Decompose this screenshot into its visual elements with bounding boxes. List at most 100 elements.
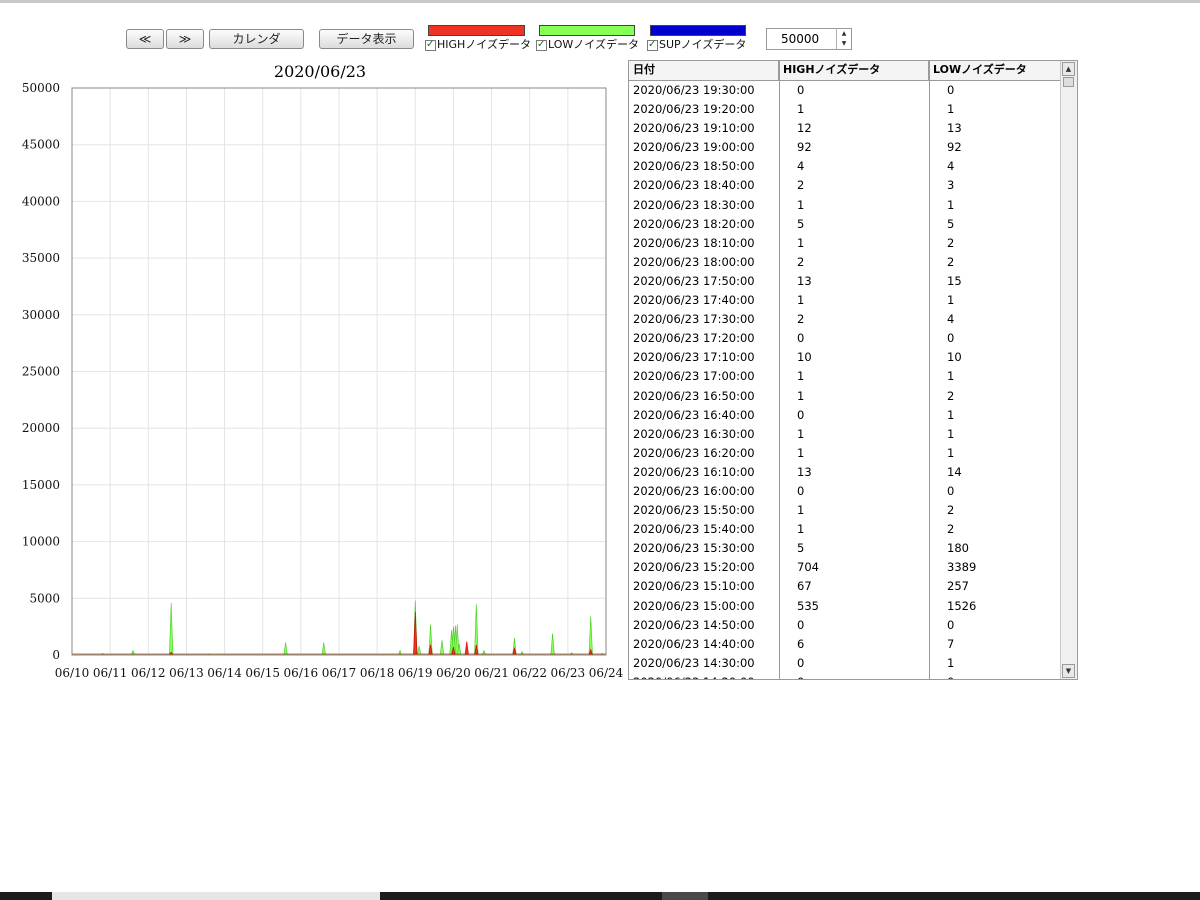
header-high[interactable]: HIGHノイズデータ	[779, 61, 929, 80]
cell-date: 2020/06/23 14:50:00	[633, 617, 755, 632]
high-series-swatch	[428, 25, 525, 36]
table-row[interactable]: 2020/06/23 16:20:00 1 1	[629, 444, 1061, 463]
cell-date: 2020/06/23 19:20:00	[633, 102, 755, 117]
table-row[interactable]: 2020/06/23 15:40:00 1 2	[629, 520, 1061, 539]
table-row[interactable]: 2020/06/23 19:00:00 92 92	[629, 138, 1061, 157]
table-row[interactable]: 2020/06/23 16:00:00 0 0	[629, 482, 1061, 501]
scroll-down-icon[interactable]: ▼	[1062, 664, 1075, 678]
cell-date: 2020/06/23 15:30:00	[633, 541, 755, 556]
table-row[interactable]: 2020/06/23 18:50:00 4 4	[629, 157, 1061, 176]
prev-button[interactable]: ≪	[126, 29, 164, 49]
cell-low: 1526	[947, 598, 977, 613]
x-tick-label: 06/23	[551, 666, 586, 680]
table-row[interactable]: 2020/06/23 19:20:00 1 1	[629, 100, 1061, 119]
cell-high: 1	[797, 235, 805, 250]
cell-low: 0	[947, 483, 955, 498]
cell-date: 2020/06/23 18:00:00	[633, 254, 755, 269]
cell-low: 0	[947, 617, 955, 632]
table-row[interactable]: 2020/06/23 15:00:00 535 1526	[629, 597, 1061, 616]
table-row[interactable]: 2020/06/23 15:20:00 704 3389	[629, 558, 1061, 577]
table-row[interactable]: 2020/06/23 16:30:00 1 1	[629, 425, 1061, 444]
cell-high: 2	[797, 178, 805, 193]
table-row[interactable]: 2020/06/23 17:00:00 1 1	[629, 367, 1061, 386]
cell-low: 3389	[947, 560, 977, 575]
table-row[interactable]: 2020/06/23 16:40:00 0 1	[629, 406, 1061, 425]
table-scrollbar[interactable]: ▲ ▼	[1060, 61, 1077, 679]
table-row[interactable]: 2020/06/23 17:20:00 0 0	[629, 329, 1061, 348]
checkbox-checked-icon[interactable]	[425, 38, 436, 52]
table-row[interactable]: 2020/06/23 14:30:00 0 1	[629, 654, 1061, 673]
y-tick-label: 30000	[22, 308, 60, 322]
table-row[interactable]: 2020/06/23 18:40:00 2 3	[629, 176, 1061, 195]
high-series-checkbox[interactable]: HIGHノイズデータ	[425, 38, 531, 52]
cell-high: 5	[797, 216, 805, 231]
table-row[interactable]: 2020/06/23 15:10:00 67 257	[629, 577, 1061, 596]
cell-high: 92	[797, 140, 812, 155]
cell-date: 2020/06/23 15:40:00	[633, 522, 755, 537]
x-tick-label: 06/15	[245, 666, 280, 680]
table-row[interactable]: 2020/06/23 18:20:00 5 5	[629, 215, 1061, 234]
cell-low: 180	[947, 541, 969, 556]
cell-low: 257	[947, 579, 969, 594]
cell-low: 3	[947, 178, 955, 193]
cell-high: 0	[779, 673, 929, 679]
taskbar-item[interactable]	[662, 892, 708, 900]
taskbar-item[interactable]	[52, 892, 380, 900]
cell-low: 0	[947, 83, 955, 97]
table-row[interactable]: 2020/06/23 14:50:00 0 0	[629, 616, 1061, 635]
table-row[interactable]: 2020/06/23 17:30:00 2 4	[629, 310, 1061, 329]
max-value-input[interactable]: 50000	[767, 29, 836, 49]
table-row[interactable]: 2020/06/23 16:50:00 1 2	[629, 387, 1061, 406]
header-low[interactable]: LOWノイズデータ	[929, 61, 1061, 80]
scroll-up-icon[interactable]: ▲	[1062, 62, 1075, 76]
cell-low: 1	[947, 655, 955, 670]
table-row[interactable]: 2020/06/23 19:30:00 0 0	[629, 81, 1061, 100]
table-row[interactable]: 2020/06/23 15:30:00 5 180	[629, 539, 1061, 558]
cell-date: 2020/06/23 18:10:00	[633, 235, 755, 250]
table-row[interactable]: 2020/06/23 18:00:00 2 2	[629, 253, 1061, 272]
low-series-checkbox[interactable]: LOWノイズデータ	[536, 38, 639, 52]
cell-high: 1	[797, 197, 805, 212]
spinner-down-icon[interactable]: ▼	[837, 39, 851, 49]
cell-date: 2020/06/23 18:20:00	[633, 216, 755, 231]
show-data-button[interactable]: データ表示	[319, 29, 414, 49]
spinner-up-icon[interactable]: ▲	[837, 29, 851, 39]
table-row[interactable]: 2020/06/23 17:40:00 1 1	[629, 291, 1061, 310]
spinner-arrows[interactable]: ▲ ▼	[836, 29, 851, 49]
header-date[interactable]: 日付	[629, 61, 779, 80]
scroll-thumb[interactable]	[1063, 77, 1074, 87]
cell-high: 13	[797, 273, 812, 288]
table-row[interactable]: 2020/06/23 14:40:00 6 7	[629, 635, 1061, 654]
cell-date: 2020/06/23 18:40:00	[633, 178, 755, 193]
cell-high: 4	[797, 159, 805, 174]
cell-high: 10	[797, 350, 812, 365]
max-value-spinner[interactable]: 50000 ▲ ▼	[766, 28, 852, 50]
calendar-button[interactable]: カレンダ	[209, 29, 304, 49]
table-header: 日付 HIGHノイズデータ LOWノイズデータ	[629, 61, 1061, 81]
table-row[interactable]: 2020/06/23 18:30:00 1 1	[629, 196, 1061, 215]
cell-high: 535	[797, 598, 819, 613]
data-table[interactable]: 日付 HIGHノイズデータ LOWノイズデータ 2020/06/23 19:30…	[628, 60, 1078, 680]
table-row[interactable]: 2020/06/23 15:50:00 1 2	[629, 501, 1061, 520]
cell-high: 0	[797, 655, 805, 670]
x-tick-label: 06/17	[322, 666, 357, 680]
sup-series-label: SUPノイズデータ	[659, 38, 747, 51]
cell-date: 2020/06/23 16:40:00	[633, 407, 755, 422]
table-row[interactable]: 2020/06/23 18:10:00 1 2	[629, 234, 1061, 253]
checkbox-checked-icon[interactable]	[536, 38, 547, 52]
low-series-label: LOWノイズデータ	[548, 38, 639, 51]
table-row[interactable]: 2020/06/23 16:10:00 13 14	[629, 463, 1061, 482]
cell-date: 2020/06/23 16:50:00	[633, 388, 755, 403]
cell-high: 1	[797, 426, 805, 441]
next-button[interactable]: ≫	[166, 29, 204, 49]
y-tick-label: 10000	[22, 535, 60, 549]
cell-high: 12	[797, 121, 812, 136]
sup-series-checkbox[interactable]: SUPノイズデータ	[647, 38, 746, 52]
table-row[interactable]: 2020/06/23 17:50:00 13 15	[629, 272, 1061, 291]
checkbox-checked-icon[interactable]	[647, 38, 658, 52]
table-row[interactable]: 2020/06/23 17:10:00 10 10	[629, 348, 1061, 367]
table-row[interactable]: 2020/06/23 19:10:00 12 13	[629, 119, 1061, 138]
cell-high: 1	[797, 445, 805, 460]
cell-date: 2020/06/23 19:00:00	[633, 140, 755, 155]
table-row[interactable]: 2020/06/23 14:20:0000	[629, 673, 1061, 679]
